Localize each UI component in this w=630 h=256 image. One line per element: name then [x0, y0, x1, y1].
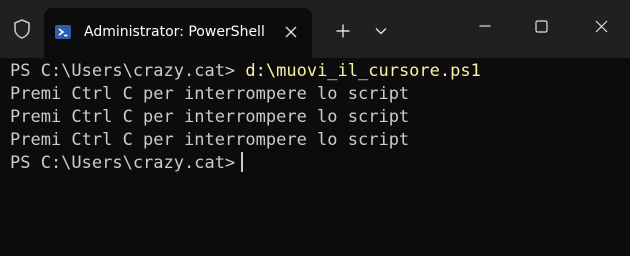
maximize-icon: [534, 19, 548, 33]
command-text: d:\muovi_il_cursore.ps1: [245, 61, 481, 81]
prompt: PS C:\Users\crazy.cat>: [10, 153, 236, 173]
output-line: Premi Ctrl C per interrompere lo script: [10, 107, 410, 127]
new-tab-button[interactable]: [331, 19, 355, 43]
close-icon: [595, 20, 607, 32]
prompt: PS C:\Users\crazy.cat>: [10, 61, 236, 81]
output-line: Premi Ctrl C per interrompere lo script: [10, 84, 410, 104]
title-bar[interactable]: Administrator: PowerShell: [0, 0, 630, 58]
command-line: PS C:\Users\crazy.cat> d:\muovi_il_curso…: [10, 60, 481, 82]
terminal-output[interactable]: PS C:\Users\crazy.cat> d:\muovi_il_curso…: [0, 58, 630, 256]
tab-title: Administrator: PowerShell: [84, 24, 265, 40]
chevron-down-icon: [375, 28, 387, 35]
output-line: Premi Ctrl C per interrompere lo script: [10, 130, 410, 150]
text-cursor: [241, 152, 244, 172]
tab-dropdown-button[interactable]: [370, 20, 392, 42]
current-prompt-line: PS C:\Users\crazy.cat>: [10, 152, 244, 174]
close-icon: [285, 26, 297, 38]
shield-icon: [8, 15, 36, 43]
plus-icon: [336, 24, 350, 38]
maximize-button[interactable]: [518, 8, 564, 44]
tab-powershell[interactable]: Administrator: PowerShell: [44, 8, 312, 58]
minimize-button[interactable]: [462, 8, 508, 44]
terminal-window: Administrator: PowerShell PS C:\Users\cr…: [0, 0, 630, 256]
minimize-icon: [479, 25, 491, 27]
powershell-icon: [54, 23, 72, 41]
close-window-button[interactable]: [578, 8, 624, 44]
tab-close-button[interactable]: [280, 21, 302, 43]
